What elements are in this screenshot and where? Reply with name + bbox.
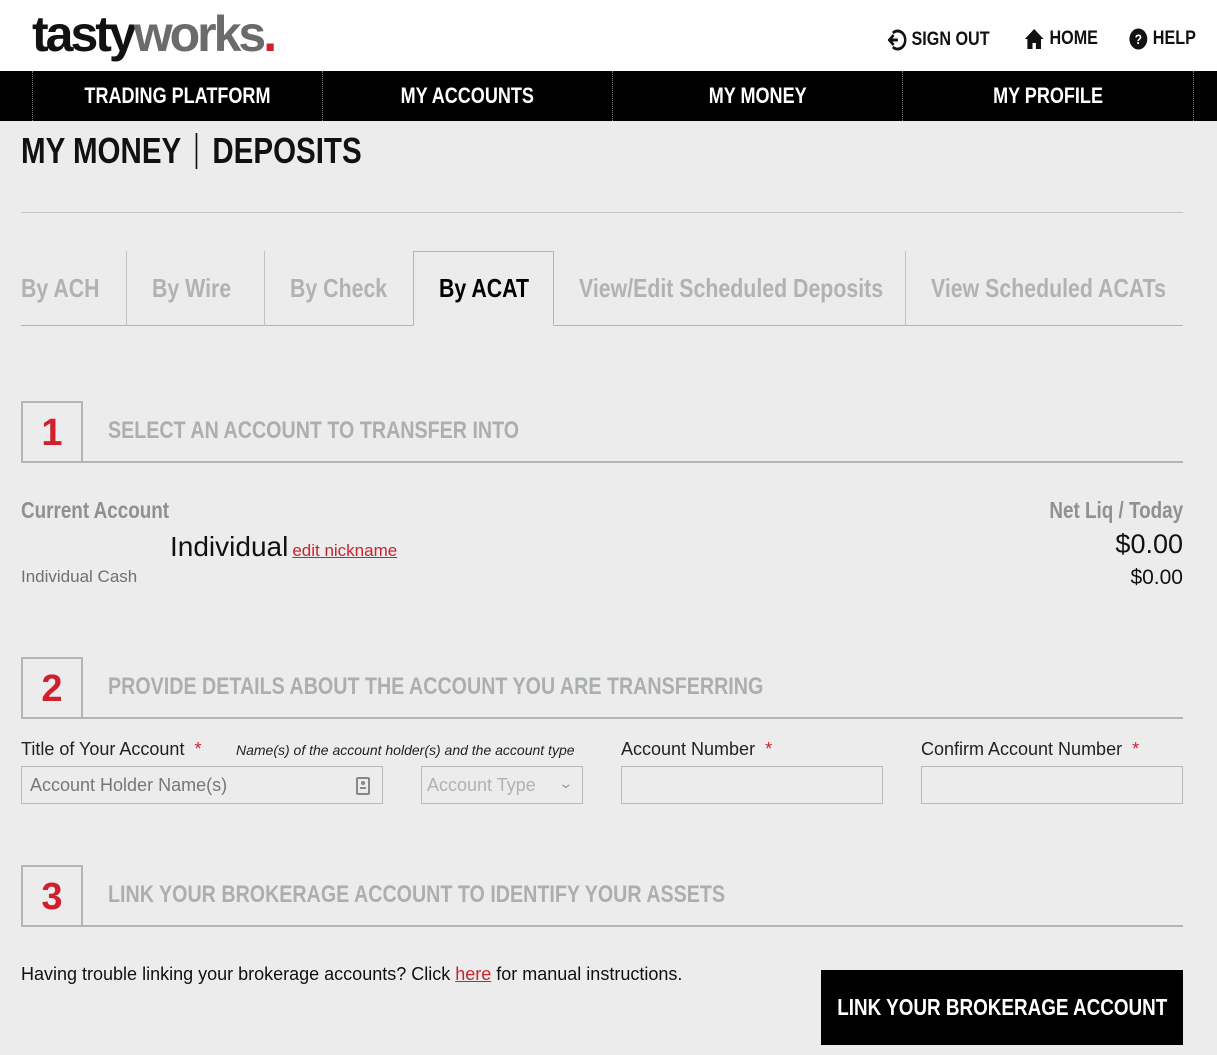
account-holder-name-input[interactable]: Account Holder Name(s) — [21, 766, 383, 804]
net-liq-value: $0.00 — [1115, 529, 1183, 559]
contact-card-icon — [356, 777, 370, 795]
nav-my-money[interactable]: MY MONEY — [612, 71, 902, 121]
manual-instructions-text: Having trouble linking your brokerage ac… — [21, 964, 682, 985]
logo-dot: . — [263, 6, 277, 62]
nav-my-accounts[interactable]: MY ACCOUNTS — [322, 71, 612, 121]
step-number: 2 — [21, 657, 83, 719]
current-account-text: Current Account — [21, 497, 170, 523]
page-section: MY MONEY — [21, 130, 182, 171]
nav-label: TRADING PLATFORM — [84, 83, 271, 108]
step-3-header: 3 LINK YOUR BROKERAGE ACCOUNT TO IDENTIF… — [21, 865, 1183, 927]
net-liq-label: Net Liq / Today — [1020, 497, 1183, 524]
tab-view-scheduled-acats[interactable]: View Scheduled ACATs — [905, 251, 1183, 326]
confirm-account-number-input[interactable] — [921, 766, 1183, 804]
page-title: MY MONEY DEPOSITS — [21, 130, 362, 172]
account-title-label: Title of Your Account * — [21, 739, 201, 760]
sign-out-icon — [887, 29, 907, 51]
home-label: HOME — [1049, 28, 1098, 49]
home-link[interactable]: HOME — [1024, 28, 1098, 50]
step-title: PROVIDE DETAILS ABOUT THE ACCOUNT YOU AR… — [108, 673, 764, 700]
tastyworks-logo[interactable]: tastyworks. — [32, 6, 277, 62]
step-number: 1 — [21, 401, 83, 463]
step-divider — [21, 925, 1183, 927]
placeholder-text: Account Holder Name(s) — [30, 774, 228, 795]
logo-text-works: works — [133, 6, 267, 62]
required-asterisk: * — [765, 739, 773, 759]
title-divider — [21, 212, 1183, 213]
top-bar: tastyworks. SIGN OUT HOME ? HELP — [0, 0, 1217, 71]
tab-label: View Scheduled ACATs — [931, 273, 1166, 303]
manual-instructions-link[interactable]: here — [455, 964, 491, 984]
button-label: LINK YOUR BROKERAGE ACCOUNT — [836, 994, 1168, 1020]
title-separator — [195, 133, 198, 169]
step-number: 3 — [21, 865, 83, 927]
required-asterisk: * — [1132, 739, 1140, 759]
select-placeholder: Account Type — [427, 774, 536, 795]
step-divider — [21, 461, 1183, 463]
step-2-header: 2 PROVIDE DETAILS ABOUT THE ACCOUNT YOU … — [21, 657, 1183, 719]
nav-label: MY ACCOUNTS — [400, 83, 535, 108]
nav-label: MY MONEY — [708, 83, 807, 108]
chevron-down-icon: ⌄ — [558, 775, 574, 791]
tab-by-acat[interactable]: By ACAT — [413, 251, 554, 326]
confirm-account-number-label: Confirm Account Number * — [921, 739, 1139, 760]
account-number-label: Account Number * — [621, 739, 772, 760]
main-nav: TRADING PLATFORM MY ACCOUNTS MY MONEY MY… — [0, 71, 1217, 121]
net-liq-label-text: Net Liq / Today — [1049, 497, 1183, 523]
tab-label: By Wire — [152, 273, 232, 303]
current-account-label: Current Account — [21, 497, 202, 524]
step-1-header: 1 SELECT AN ACCOUNT TO TRANSFER INTO — [21, 401, 1183, 463]
account-number-input[interactable] — [621, 766, 883, 804]
required-asterisk: * — [194, 739, 202, 759]
step-title: SELECT AN ACCOUNT TO TRANSFER INTO — [108, 417, 520, 444]
tab-by-ach[interactable]: By ACH — [21, 251, 126, 326]
label-text: Account Number — [621, 739, 756, 759]
help-label: HELP — [1152, 28, 1196, 49]
text-before: Having trouble linking your brokerage ac… — [21, 964, 456, 984]
tab-label: By ACH — [21, 273, 100, 303]
account-type: Individual Cash — [21, 567, 138, 586]
step-title: LINK YOUR BROKERAGE ACCOUNT TO IDENTIFY … — [108, 881, 726, 908]
nav-trading-platform[interactable]: TRADING PLATFORM — [32, 71, 322, 121]
tab-label: By Check — [290, 273, 388, 303]
account-title-hint: Name(s) of the account holder(s) and the… — [236, 742, 575, 758]
account-nickname-text: Individual — [170, 531, 289, 562]
tab-view-edit-scheduled-deposits[interactable]: View/Edit Scheduled Deposits — [554, 251, 905, 326]
help-icon: ? — [1129, 28, 1148, 50]
nav-divider — [1193, 71, 1194, 121]
nav-label: MY PROFILE — [993, 83, 1103, 108]
nav-my-profile[interactable]: MY PROFILE — [902, 71, 1193, 121]
sign-out-label: SIGN OUT — [911, 29, 990, 50]
page-subsection: DEPOSITS — [212, 130, 362, 171]
edit-nickname-link[interactable]: edit nickname — [292, 541, 397, 560]
link-brokerage-account-button[interactable]: LINK YOUR BROKERAGE ACCOUNT — [821, 970, 1183, 1045]
account-type-select[interactable]: Account Type ⌄ — [421, 766, 583, 804]
home-icon — [1024, 29, 1044, 49]
svg-text:?: ? — [1135, 31, 1142, 47]
logo-text-tasty: tasty — [32, 6, 137, 62]
label-text: Confirm Account Number — [921, 739, 1123, 759]
tab-label: View/Edit Scheduled Deposits — [579, 273, 884, 303]
tab-by-check[interactable]: By Check — [264, 251, 413, 326]
step-divider — [21, 717, 1183, 719]
tab-label: By ACAT — [439, 273, 530, 303]
help-link[interactable]: ? HELP — [1129, 28, 1196, 50]
account-nickname: Individual edit nickname — [170, 531, 397, 563]
sign-out-link[interactable]: SIGN OUT — [886, 28, 990, 52]
text-after: for manual instructions. — [491, 964, 683, 984]
tab-by-wire[interactable]: By Wire — [126, 251, 264, 326]
label-text: Title of Your Account — [21, 739, 185, 759]
deposit-tabs: By ACH By Wire By Check By ACAT View/Edi… — [21, 251, 1183, 326]
today-value: $0.00 — [1130, 566, 1183, 589]
